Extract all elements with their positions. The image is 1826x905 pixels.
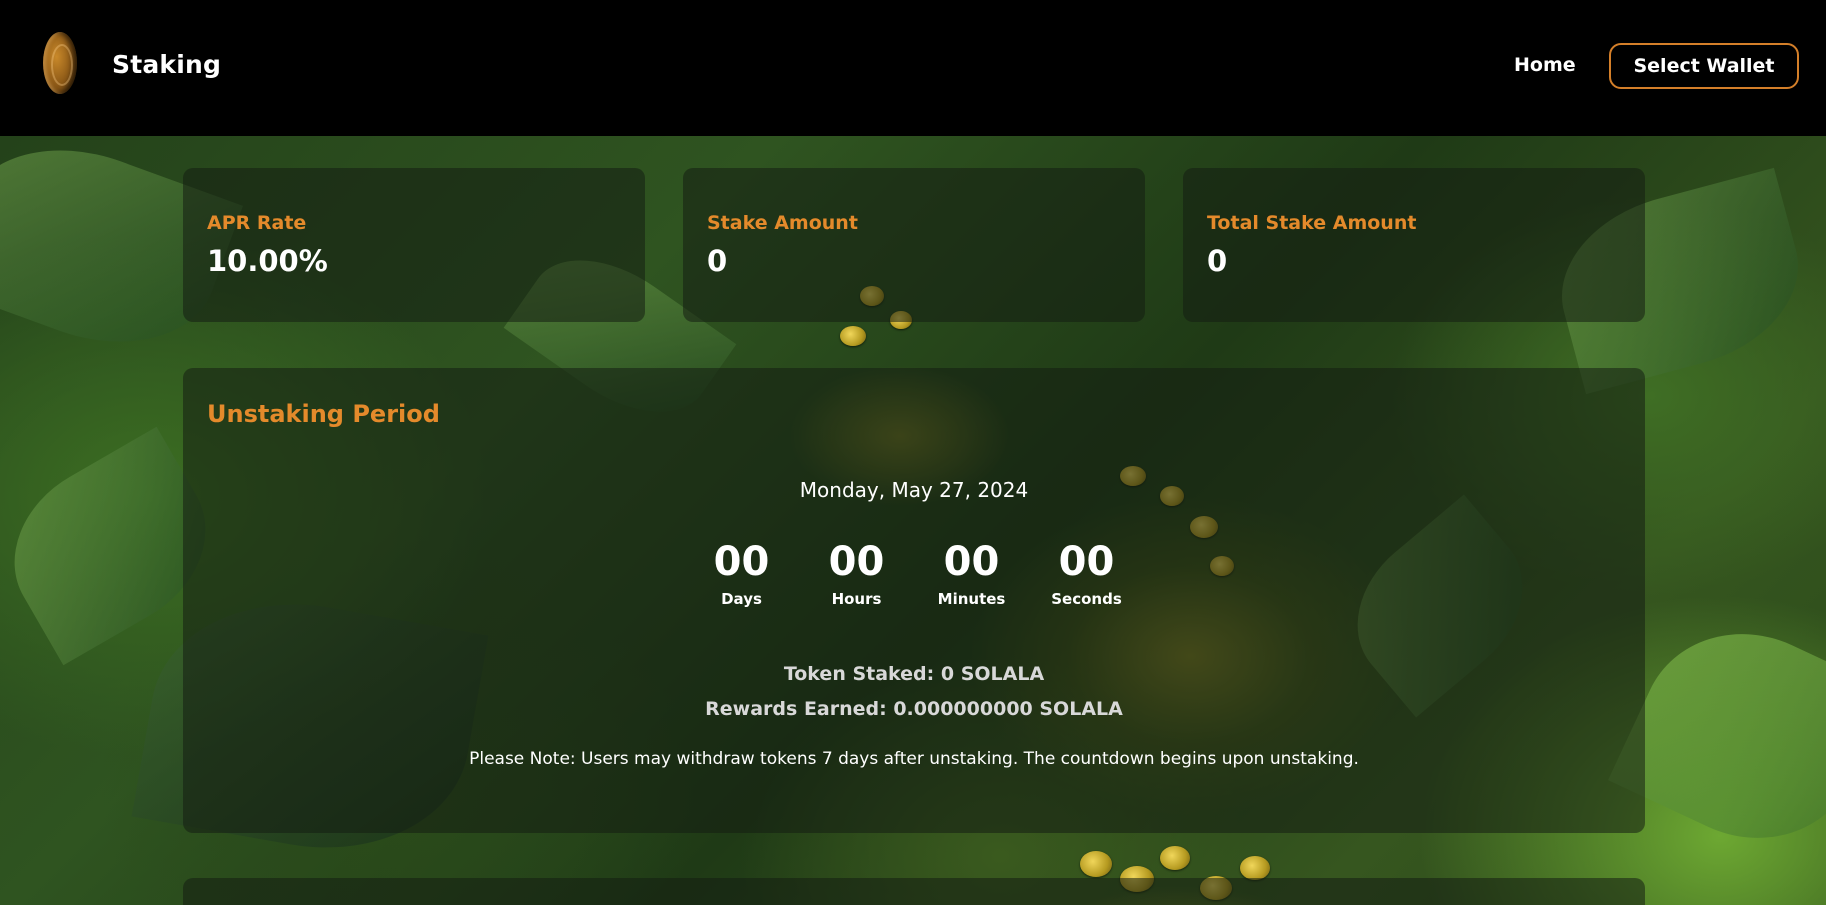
coin-decoration: [840, 326, 866, 346]
coin-decoration: [1240, 856, 1270, 880]
select-wallet-button[interactable]: Select Wallet: [1609, 43, 1799, 89]
coin-decoration: [1160, 846, 1190, 870]
stake-amount-value: 0: [707, 244, 728, 278]
countdown-hours-value: 00: [828, 539, 885, 585]
total-stake-amount-value: 0: [1207, 244, 1228, 278]
countdown-timer: 00 Days 00 Hours 00 Minutes 00 Seconds: [183, 540, 1645, 608]
apr-rate-label: APR Rate: [207, 212, 307, 234]
countdown-seconds: 00 Seconds: [1029, 540, 1144, 608]
token-staked-text: Token Staked: 0 SOLALA: [783, 663, 1045, 685]
top-navbar: Staking Home Select Wallet: [0, 0, 1826, 136]
countdown-hours-label: Hours: [831, 590, 882, 608]
countdown-hours: 00 Hours: [799, 540, 914, 608]
countdown-days: 00 Days: [684, 540, 799, 608]
apr-rate-card: APR Rate 10.00%: [183, 168, 645, 322]
stake-amount-label: Stake Amount: [707, 212, 858, 234]
withdraw-note-text: Please Note: Users may withdraw tokens 7…: [469, 749, 1359, 769]
rewards-earned-text: Rewards Earned: 0.000000000 SOLALA: [705, 698, 1123, 720]
brand-title[interactable]: Staking: [112, 50, 221, 79]
total-stake-amount-card: Total Stake Amount 0: [1183, 168, 1645, 322]
countdown-seconds-value: 00: [1058, 539, 1115, 585]
unstaking-date: Monday, May 27, 2024: [799, 478, 1029, 502]
countdown-seconds-label: Seconds: [1051, 590, 1122, 608]
countdown-days-value: 00: [713, 539, 770, 585]
nav-home-link[interactable]: Home: [1514, 54, 1576, 76]
apr-rate-value: 10.00%: [207, 244, 328, 278]
countdown-days-label: Days: [721, 590, 762, 608]
coin-decoration: [1080, 851, 1112, 877]
next-panel: [183, 878, 1645, 905]
unstaking-period-panel: Unstaking Period Monday, May 27, 2024 00…: [183, 368, 1645, 833]
stake-amount-card: Stake Amount 0: [683, 168, 1145, 322]
unstaking-period-title: Unstaking Period: [207, 400, 440, 428]
countdown-minutes: 00 Minutes: [914, 540, 1029, 608]
coin-logo-icon[interactable]: [43, 32, 77, 94]
countdown-minutes-label: Minutes: [937, 590, 1006, 608]
countdown-minutes-value: 00: [943, 539, 1000, 585]
total-stake-amount-label: Total Stake Amount: [1207, 212, 1417, 234]
